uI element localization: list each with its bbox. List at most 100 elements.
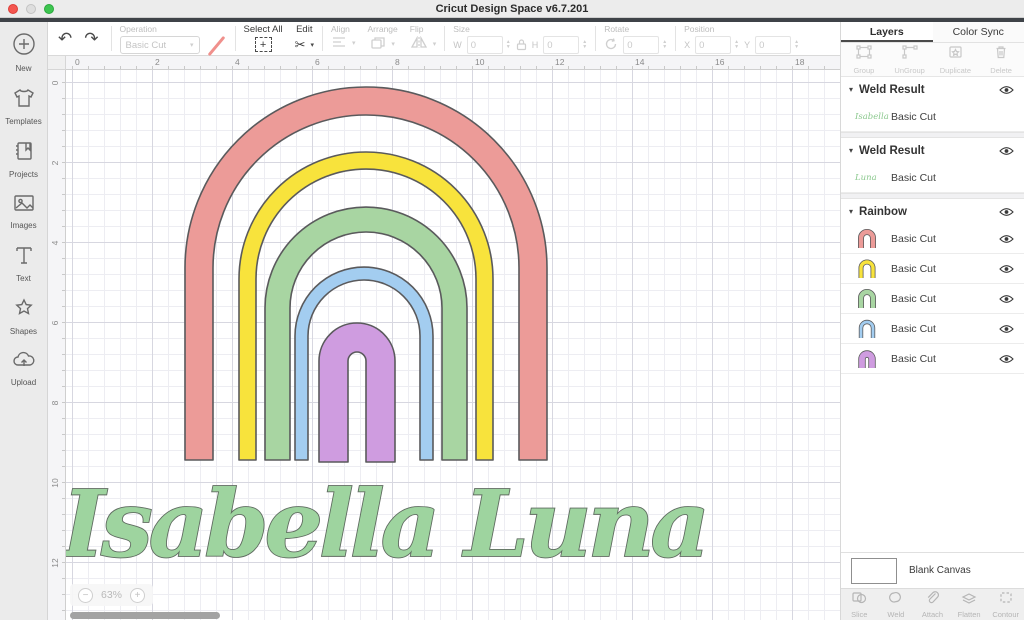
layer-group-rainbow[interactable]: ▾ Rainbow xyxy=(841,199,1024,224)
redo-button[interactable]: ↷ xyxy=(84,30,98,47)
visibility-eye-icon[interactable] xyxy=(998,207,1014,217)
zoom-level: 63% xyxy=(101,589,122,601)
visibility-eye-icon[interactable] xyxy=(998,354,1014,364)
flip-button[interactable]: ▾ xyxy=(410,36,437,51)
layer-row-arch-purple[interactable]: Basic Cut xyxy=(841,344,1024,374)
edit-menu-button[interactable]: ✂ ▾ xyxy=(295,37,314,53)
sidebar-item-text[interactable]: Text xyxy=(0,244,48,283)
canvas-color-swatch[interactable] xyxy=(851,558,897,584)
flip-icon xyxy=(410,36,428,51)
sidebar-item-images[interactable]: Images xyxy=(0,193,48,230)
height-input[interactable] xyxy=(543,36,579,54)
operation-group: Operation Basic Cut ▾ xyxy=(114,22,233,55)
operation-label: Operation xyxy=(120,24,227,34)
blank-canvas-row[interactable]: Blank Canvas xyxy=(841,552,1024,588)
width-stepper[interactable]: ▲▼ xyxy=(506,40,511,50)
visibility-eye-icon[interactable] xyxy=(998,324,1014,334)
visibility-eye-icon[interactable] xyxy=(998,146,1014,156)
ruler-mark: 18 xyxy=(795,57,804,67)
rotate-input[interactable] xyxy=(623,36,659,54)
layer-type-label: Basic Cut xyxy=(891,353,998,365)
tab-layers[interactable]: Layers xyxy=(841,22,933,42)
operation-select[interactable]: Basic Cut ▾ xyxy=(120,36,200,54)
artwork-name-text[interactable]: Isabella Luna xyxy=(66,470,710,578)
layer-row-isabella[interactable]: Isabella Basic Cut xyxy=(841,102,1024,132)
rotate-stepper[interactable]: ▲▼ xyxy=(662,40,667,50)
window-title: Cricut Design Space v6.7.201 xyxy=(0,3,1024,15)
horizontal-scrollbar[interactable] xyxy=(70,612,220,619)
layer-thumbnail: Isabella xyxy=(855,112,885,122)
action-label: Weld xyxy=(887,610,904,619)
lock-icon[interactable] xyxy=(516,38,527,53)
layer-row-arch-coral[interactable]: Basic Cut xyxy=(841,224,1024,254)
action-label: Delete xyxy=(990,66,1012,75)
undo-button[interactable]: ↶ xyxy=(58,30,72,47)
layer-group-weld-1[interactable]: ▾ Weld Result xyxy=(841,77,1024,102)
x-stepper[interactable]: ▲▼ xyxy=(734,40,739,50)
layer-row-arch-blue[interactable]: Basic Cut xyxy=(841,314,1024,344)
attach-button[interactable]: Attach xyxy=(914,589,951,620)
visibility-eye-icon[interactable] xyxy=(998,294,1014,304)
rainbow-arch-blue[interactable] xyxy=(295,267,433,460)
weld-button[interactable]: Weld xyxy=(878,589,915,620)
sidebar-item-upload[interactable]: Upload xyxy=(0,350,48,387)
ruler-mark: 6 xyxy=(50,318,60,328)
layer-row-arch-green[interactable]: Basic Cut xyxy=(841,284,1024,314)
contour-button[interactable]: Contour xyxy=(987,589,1024,620)
flatten-button[interactable]: Flatten xyxy=(951,589,988,620)
visibility-eye-icon[interactable] xyxy=(998,85,1014,95)
left-sidebar: New Templates Projects Images Text xyxy=(0,22,48,620)
select-all-button[interactable]: + xyxy=(255,37,272,52)
sidebar-item-shapes[interactable]: Shapes xyxy=(0,297,48,336)
layer-group-name: Weld Result xyxy=(859,84,998,96)
disclosure-triangle-icon[interactable]: ▾ xyxy=(849,85,853,94)
weld-icon xyxy=(888,591,904,609)
height-stepper[interactable]: ▲▼ xyxy=(582,40,587,50)
layer-thumbnail xyxy=(855,317,885,341)
rainbow-arch-purple[interactable] xyxy=(319,323,395,462)
ruler-mark: 4 xyxy=(235,57,240,67)
visibility-eye-icon[interactable] xyxy=(998,234,1014,244)
ruler-mark: 12 xyxy=(555,57,564,67)
rotate-group: Rotate ▲▼ xyxy=(598,22,673,55)
x-position-input[interactable] xyxy=(695,36,731,54)
rainbow-artwork[interactable] xyxy=(185,87,547,462)
disclosure-triangle-icon[interactable]: ▾ xyxy=(849,146,853,155)
sidebar-item-label: Upload xyxy=(11,378,36,387)
flatten-icon xyxy=(961,591,977,609)
layer-thumbnail xyxy=(855,347,885,371)
zoom-in-button[interactable]: + xyxy=(130,588,145,603)
sidebar-item-projects[interactable]: Projects xyxy=(0,140,48,179)
canvas-grid[interactable]: Isabella Luna − 63% + xyxy=(66,70,840,620)
action-label: Group xyxy=(853,66,874,75)
width-input[interactable] xyxy=(467,36,503,54)
layer-row-arch-yellow[interactable]: Basic Cut xyxy=(841,254,1024,284)
duplicate-icon xyxy=(948,45,963,64)
y-position-input[interactable] xyxy=(755,36,791,54)
layer-row-luna[interactable]: Luna Basic Cut xyxy=(841,163,1024,193)
action-label: UnGroup xyxy=(894,66,924,75)
flip-label: Flip xyxy=(410,24,437,34)
layer-group-weld-2[interactable]: ▾ Weld Result xyxy=(841,138,1024,163)
layer-thumbnail xyxy=(855,227,885,251)
slice-button[interactable]: Slice xyxy=(841,589,878,620)
tshirt-icon xyxy=(12,87,36,114)
ungroup-button[interactable]: UnGroup xyxy=(887,43,933,76)
chevron-down-icon: ▾ xyxy=(391,40,395,48)
sidebar-item-new[interactable]: New xyxy=(0,32,48,73)
arrange-button[interactable]: ▾ xyxy=(368,36,398,52)
disclosure-triangle-icon[interactable]: ▾ xyxy=(849,207,853,216)
pen-color-swatch[interactable] xyxy=(205,36,227,54)
ruler-mark: 8 xyxy=(50,398,60,408)
duplicate-button[interactable]: Duplicate xyxy=(933,43,979,76)
sidebar-item-templates[interactable]: Templates xyxy=(0,87,48,126)
group-button[interactable]: Group xyxy=(841,43,887,76)
align-button[interactable]: ▾ xyxy=(331,36,356,50)
zoom-out-button[interactable]: − xyxy=(78,588,93,603)
visibility-eye-icon[interactable] xyxy=(998,264,1014,274)
tab-color-sync[interactable]: Color Sync xyxy=(933,22,1024,42)
delete-button[interactable]: Delete xyxy=(978,43,1024,76)
chevron-down-icon: ▾ xyxy=(433,40,437,48)
y-stepper[interactable]: ▲▼ xyxy=(794,40,799,50)
operation-value: Basic Cut xyxy=(126,40,167,51)
